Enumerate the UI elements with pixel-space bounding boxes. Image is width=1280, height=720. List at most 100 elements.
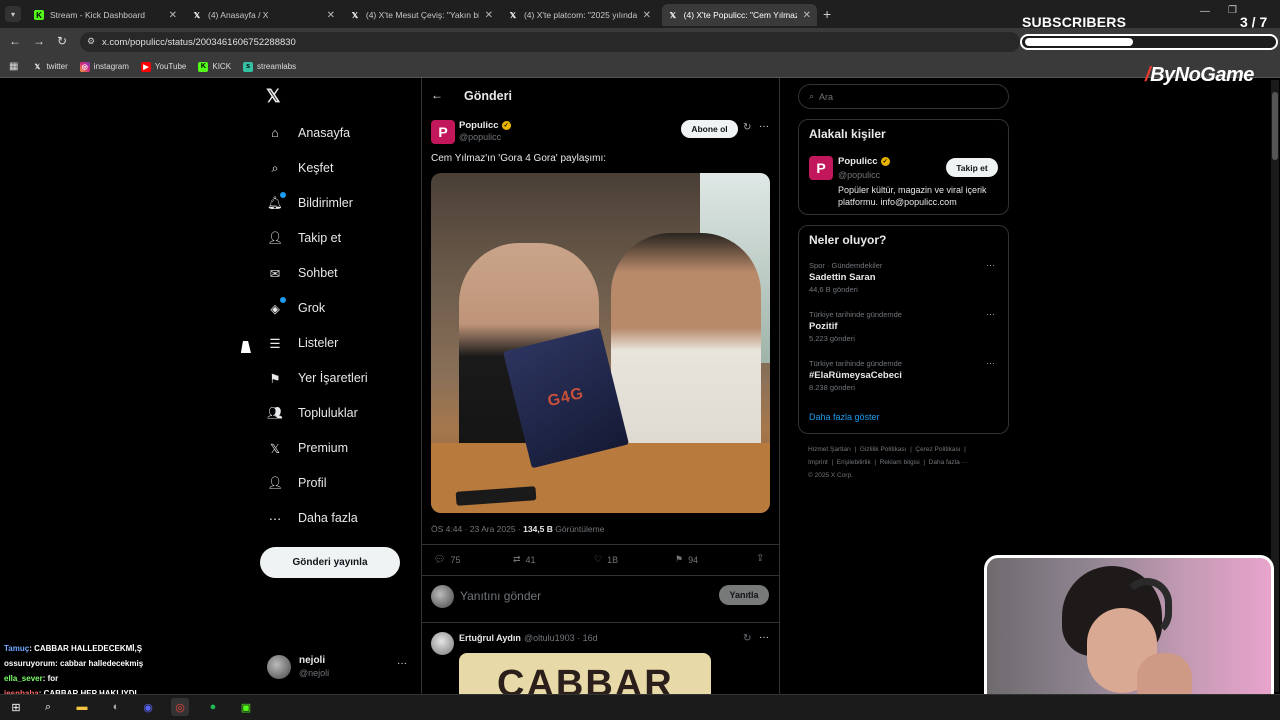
trend-more-icon[interactable]: ··· <box>986 260 995 270</box>
related-name[interactable]: Populicc ✓ <box>838 156 890 167</box>
notifications-icon: 🔔︎ <box>266 192 286 212</box>
browser-tab[interactable]: 𝕏 (4) X'te Populicc: "Cem Yılmaz' ✕ <box>662 4 817 26</box>
site-info-icon[interactable]: ⚙ <box>87 36 95 47</box>
maximize-window-button[interactable]: ❐ <box>1228 5 1237 16</box>
x-logo-icon[interactable]: 𝕏 <box>266 86 281 107</box>
nav-item-home[interactable]: ⌂ Anasayfa <box>266 124 350 142</box>
footer-links-2[interactable]: Imprint | Erişilebilirlik | Reklam bilgi… <box>808 459 968 466</box>
post-more-icon[interactable]: ··· <box>759 121 769 132</box>
bookmark-twitter[interactable]: 𝕏twitter <box>32 62 68 72</box>
related-avatar[interactable]: P <box>809 156 833 180</box>
close-tab-icon[interactable]: ✕ <box>485 10 493 21</box>
nav-item-follow[interactable]: 👤︎ Takip et <box>266 229 341 247</box>
file-explorer-icon[interactable]: ▬ <box>73 698 91 716</box>
trend-more-icon[interactable]: ··· <box>986 358 995 368</box>
bookmark-instagram[interactable]: ◎ instagram <box>79 61 129 72</box>
chat-message: ella_sever: for <box>4 674 58 683</box>
post-button[interactable]: Gönderi yayınla <box>260 547 400 578</box>
close-tab-icon[interactable]: ✕ <box>803 10 811 21</box>
trend-name[interactable]: Sadettin Saran <box>809 272 876 283</box>
subscribe-button[interactable]: Abone ol <box>681 120 738 138</box>
post-author-name[interactable]: Populicc ✓ <box>459 120 511 131</box>
taskbar-search-icon[interactable]: ⌕ <box>39 698 57 716</box>
browser-tab[interactable]: 𝕏 (4) X'te platcom: "2025 yılında ✕ <box>502 4 657 26</box>
discord-icon[interactable]: ◉ <box>139 698 157 716</box>
footer-links-1[interactable]: Hizmet Şartları | Gizlilik Politikası | … <box>808 446 966 453</box>
tab-label: (4) X'te platcom: "2025 yılında <box>523 10 637 20</box>
nav-item-lists[interactable]: ☰ Listeler <box>266 334 338 352</box>
account-more-icon[interactable]: ··· <box>397 658 407 669</box>
reload-icon[interactable]: ↻ <box>57 34 67 48</box>
reply-divider <box>421 622 780 623</box>
post-author-handle[interactable]: @populicc <box>459 132 501 142</box>
windows-start-icon[interactable]: ⊞ <box>7 698 25 716</box>
repost-action[interactable]: ⇄ 41 <box>513 554 536 565</box>
bynogame-logo: /ByNoGame <box>1145 64 1254 86</box>
url-input[interactable]: ⚙ x.com/populicc/status/2003461606752288… <box>80 32 1020 52</box>
tab-list-button[interactable]: ▾ <box>5 6 21 22</box>
close-tab-icon[interactable]: ✕ <box>327 10 335 21</box>
browser-tab[interactable]: K Stream - Kick Dashboard ✕ <box>28 4 183 26</box>
forward-icon[interactable]: → <box>33 34 45 48</box>
trend-name[interactable]: #ElaRümeysaCebeci <box>809 370 902 381</box>
nav-item-grok[interactable]: ◈ Grok <box>266 297 325 317</box>
new-tab-button[interactable]: + <box>823 6 831 22</box>
reply-image[interactable]: CABBAR <box>459 653 711 694</box>
reply-more-icon[interactable]: ··· <box>759 632 769 643</box>
back-arrow-icon[interactable]: ← <box>431 88 443 102</box>
nav-item-chat[interactable]: ✉ Sohbet <box>266 264 338 282</box>
reply-author-avatar[interactable] <box>431 632 454 655</box>
grok-icon[interactable]: ↻ <box>743 122 751 133</box>
follow-button[interactable]: Takip et <box>946 158 998 177</box>
nav-item-bookmarks[interactable]: ⚑ Yer İşaretleri <box>266 369 367 387</box>
trend-context: Spor · Gündemdekiler <box>809 261 883 270</box>
nav-item-profile[interactable]: 👤︎ Profil <box>266 474 326 492</box>
scrollbar-thumb[interactable] <box>1272 92 1278 160</box>
apps-grid-icon[interactable]: ▦ <box>9 61 18 72</box>
reply-action[interactable]: 💬︎ 75 <box>434 554 460 565</box>
reply-author-name[interactable]: Ertuğrul Aydın <box>459 633 521 643</box>
nav-item-more[interactable]: ⋯ Daha fazla <box>266 509 358 527</box>
share-icon[interactable]: ⇪ <box>756 553 764 564</box>
browser-tab[interactable]: 𝕏 (4) Anasayfa / X ✕ <box>186 4 341 26</box>
account-switcher[interactable]: nejoli @nejoli ··· <box>267 653 412 681</box>
browser-tab[interactable]: 𝕏 (4) X'te Mesut Çeviş: "Yakın bi ✕ <box>344 4 499 26</box>
reply-grok-icon[interactable]: ↻ <box>743 633 751 644</box>
post-photo[interactable]: G4G <box>431 173 770 513</box>
minimize-window-button[interactable]: — <box>1200 6 1210 17</box>
nav-item-explore[interactable]: ⌕ Keşfet <box>266 159 333 177</box>
post-author-avatar[interactable]: P <box>431 120 455 144</box>
spotify-icon[interactable]: ● <box>204 698 222 716</box>
post-text: Cem Yılmaz'ın 'Gora 4 Gora' paylaşımı: <box>431 153 607 164</box>
premium-icon: 𝕏 <box>269 441 281 456</box>
nav-item-notifications[interactable]: 🔔︎ Bildirimler <box>266 192 353 212</box>
home-icon: ⌂ <box>271 126 279 140</box>
show-more-link[interactable]: Daha fazla göster <box>809 412 880 422</box>
kick-app-icon[interactable]: ▣ <box>237 698 255 716</box>
close-tab-icon[interactable]: ✕ <box>643 10 651 21</box>
app-icon[interactable]: ◐ <box>107 698 125 716</box>
chrome-icon[interactable]: ◎ <box>171 698 189 716</box>
tab-label: (4) Anasayfa / X <box>208 10 269 20</box>
nav-item-premium[interactable]: 𝕏 Premium <box>266 439 348 457</box>
trend-more-icon[interactable]: ··· <box>986 309 995 319</box>
search-input[interactable]: ⌕ Ara <box>798 84 1009 109</box>
bookmark-youtube[interactable]: ▶ YouTube <box>140 61 186 72</box>
trend-post-count: 5.223 gönderi <box>809 334 855 343</box>
trend-context: Türkiye tarihinde gündemde <box>809 310 902 319</box>
account-name: nejoli <box>299 655 326 666</box>
account-handle: @nejoli <box>299 668 330 678</box>
nav-item-communities[interactable]: 👥︎ Topluluklar <box>266 404 358 422</box>
profile-icon: 👤︎ <box>267 475 283 490</box>
chat-username: Tamuç <box>4 644 30 653</box>
back-icon[interactable]: ← <box>9 34 21 48</box>
notification-dot <box>280 192 286 198</box>
bookmark-streamlabs[interactable]: s streamlabs <box>243 61 296 72</box>
like-action[interactable]: ♡ 1B <box>594 554 618 565</box>
close-tab-icon[interactable]: ✕ <box>169 10 177 21</box>
reply-submit-button[interactable]: Yanıtla <box>719 585 769 605</box>
bookmark-action[interactable]: ⚑ 94 <box>675 554 698 565</box>
trend-name[interactable]: Pozitif <box>809 321 838 332</box>
reply-input[interactable]: Yanıtını gönder <box>460 589 710 603</box>
bookmark-kick[interactable]: K KICK <box>198 61 231 72</box>
